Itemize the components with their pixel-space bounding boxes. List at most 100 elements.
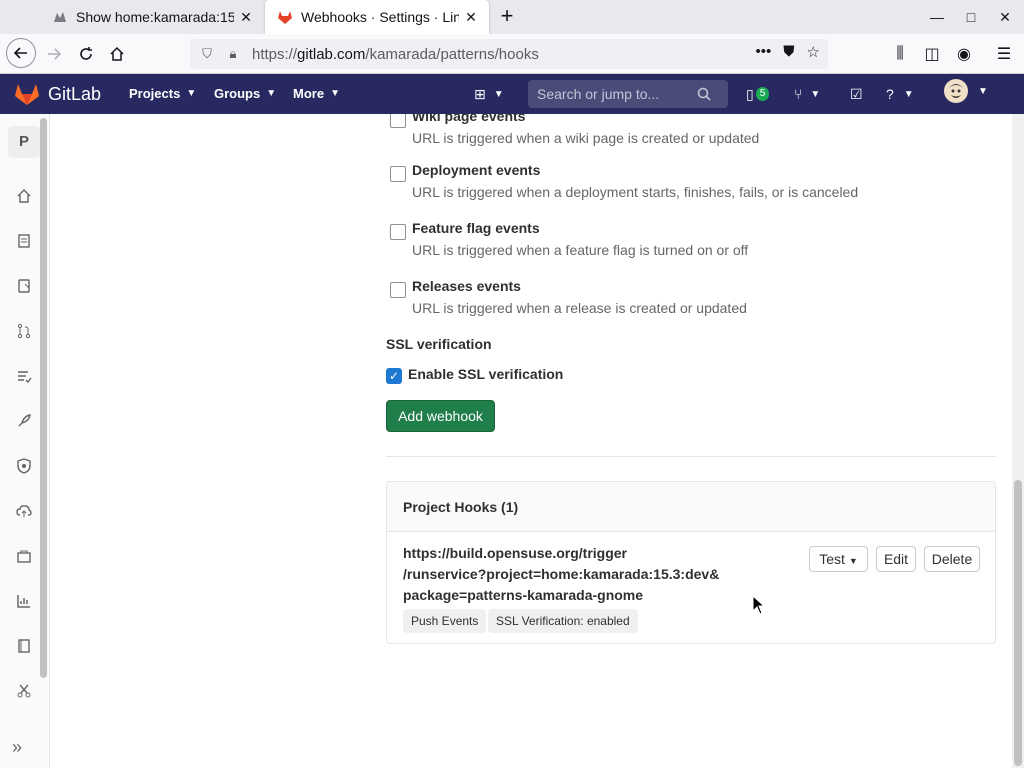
browser-tab-show-home[interactable]: Show home:kamarada:15 ✕ <box>40 0 264 34</box>
close-tab-icon[interactable]: ✕ <box>459 9 483 26</box>
search-box[interactable] <box>528 80 728 108</box>
pocket-icon[interactable]: ⛊ <box>783 43 794 61</box>
todos-link[interactable]: ☑ <box>850 84 863 104</box>
push-events-tag: Push Events <box>403 609 487 633</box>
close-tab-icon[interactable]: ✕ <box>234 9 258 26</box>
home-button[interactable] <box>103 40 131 68</box>
ci-cd-rocket-icon[interactable] <box>10 407 38 435</box>
close-window-icon[interactable]: ✕ <box>994 6 1016 28</box>
deployment-events-checkbox[interactable] <box>390 166 406 182</box>
chevron-down-icon: ▼ <box>978 85 988 97</box>
back-button[interactable] <box>6 38 36 68</box>
tab-title: Webhooks · Settings · Lin <box>301 9 459 25</box>
event-help-text: URL is triggered when a deployment start… <box>412 184 859 200</box>
edit-hook-button[interactable]: Edit <box>876 546 916 572</box>
maximize-icon[interactable]: □ <box>960 6 982 28</box>
chevron-down-icon: ▼ <box>848 556 858 566</box>
new-tab-button[interactable]: + <box>494 4 520 30</box>
minimize-icon[interactable]: — <box>926 6 948 28</box>
library-icon[interactable]: ⫼ <box>886 40 914 68</box>
lock-icon[interactable]: 🔒︎ <box>224 46 242 62</box>
releases-events-checkbox[interactable] <box>390 282 406 298</box>
project-overview-icon[interactable] <box>10 182 38 210</box>
chevron-down-icon: ▼ <box>266 88 277 99</box>
forward-button[interactable] <box>40 40 68 68</box>
shield-icon[interactable]: ⛉ <box>198 46 216 62</box>
feature-flag-events-checkbox[interactable] <box>390 224 406 240</box>
project-hooks-title: Project Hooks (1) <box>387 482 995 532</box>
gitlab-brand-text: GitLab <box>48 83 102 104</box>
event-help-text: URL is triggered when a feature flag is … <box>412 242 749 258</box>
browser-tab-strip: Show home:kamarada:15 ✕ Webhooks · Setti… <box>0 0 1024 34</box>
snippets-scissors-icon[interactable] <box>10 677 38 705</box>
wiki-page-events-checkbox[interactable] <box>390 114 406 128</box>
divider <box>386 456 996 457</box>
gitlab-favicon-icon <box>278 11 292 24</box>
merge-requests-dropdown[interactable]: ⑂ ▼ <box>794 84 820 104</box>
requirements-icon[interactable] <box>10 362 38 390</box>
ssl-verification-tag: SSL Verification: enabled <box>488 609 638 633</box>
main-content: Wiki page events URL is triggered when a… <box>50 114 1012 768</box>
merge-request-icon: ⑂ <box>794 86 803 102</box>
event-help-text: URL is triggered when a release is creat… <box>412 300 747 316</box>
menu-icon[interactable]: ☰ <box>990 40 1018 68</box>
user-menu[interactable]: ▼ <box>944 79 988 103</box>
page-scrollbar[interactable] <box>1012 114 1024 768</box>
mouse-cursor-icon <box>752 595 766 615</box>
chevron-down-icon: ▼ <box>493 88 504 100</box>
hook-url: https://build.opensuse.org/trigger /runs… <box>403 545 720 603</box>
event-label[interactable]: Releases events <box>412 278 521 294</box>
issues-icon: ▯ <box>746 85 754 102</box>
sidebar-toggle-icon[interactable]: ◫ <box>918 40 946 68</box>
more-menu[interactable]: More ▼ <box>293 86 340 101</box>
bookmark-star-icon[interactable]: ☆ <box>807 43 820 61</box>
repository-icon[interactable] <box>10 227 38 255</box>
scrollbar-thumb[interactable] <box>1014 480 1022 766</box>
packages-icon[interactable] <box>10 542 38 570</box>
event-help-text: URL is triggered when a wiki page is cre… <box>412 130 760 146</box>
plus-square-icon: ⊞ <box>474 85 486 102</box>
merge-requests-icon[interactable] <box>10 317 38 345</box>
groups-menu[interactable]: Groups ▼ <box>214 86 276 101</box>
gitlab-header: GitLab Projects▼ Groups▼ More▼ ⊞▼ ▯5 ⑂▼ … <box>0 74 1024 114</box>
project-avatar[interactable]: P <box>8 126 40 158</box>
analytics-chart-icon[interactable] <box>10 587 38 615</box>
new-dropdown[interactable]: ⊞ ▼ <box>474 84 504 104</box>
add-webhook-button[interactable]: Add webhook <box>386 400 495 432</box>
search-icon <box>697 87 711 101</box>
ssl-verification-heading: SSL verification <box>386 336 492 352</box>
deployments-cloud-icon[interactable] <box>10 497 38 525</box>
event-label[interactable]: Deployment events <box>412 162 540 178</box>
url-text: https://gitlab.com/kamarada/patterns/hoo… <box>252 45 539 63</box>
forward-arrow-icon <box>48 48 62 60</box>
gitlab-tanuki-icon <box>15 84 39 105</box>
url-bar[interactable]: ⛉ 🔒︎ https://gitlab.com/kamarada/pattern… <box>190 39 828 69</box>
enable-ssl-checkbox[interactable]: ✓ <box>386 368 402 384</box>
help-dropdown[interactable]: ? ▼ <box>886 84 914 104</box>
page-actions-icon[interactable]: ••• <box>756 43 772 61</box>
back-arrow-icon <box>13 47 27 59</box>
wiki-book-icon[interactable] <box>10 632 38 660</box>
issues-link[interactable]: ▯ 5 <box>746 84 770 104</box>
event-label[interactable]: Wiki page events <box>412 114 525 124</box>
gitlab-logo[interactable]: GitLab <box>14 82 101 106</box>
chevron-down-icon: ▼ <box>330 88 340 99</box>
security-shield-icon[interactable] <box>10 452 38 480</box>
sidebar-scrollbar[interactable] <box>40 118 47 678</box>
account-icon[interactable]: ◉ <box>950 40 978 68</box>
chevron-down-icon: ▼ <box>186 88 197 99</box>
enable-ssl-label[interactable]: Enable SSL verification <box>408 366 563 382</box>
browser-tab-webhooks[interactable]: Webhooks · Settings · Lin ✕ <box>265 0 489 34</box>
collapse-sidebar-icon[interactable]: » <box>12 737 22 758</box>
obs-favicon-icon <box>54 12 66 22</box>
search-input[interactable] <box>537 86 697 102</box>
event-label[interactable]: Feature flag events <box>412 220 540 236</box>
issues-icon[interactable] <box>10 272 38 300</box>
todo-check-icon: ☑ <box>850 85 863 102</box>
delete-hook-button[interactable]: Delete <box>924 546 980 572</box>
reload-button[interactable] <box>72 40 100 68</box>
project-hooks-card: Project Hooks (1) https://build.opensuse… <box>386 481 996 644</box>
test-hook-dropdown[interactable]: Test ▼ <box>809 546 868 572</box>
projects-menu[interactable]: Projects ▼ <box>129 86 196 101</box>
issues-count-badge: 5 <box>755 87 770 101</box>
